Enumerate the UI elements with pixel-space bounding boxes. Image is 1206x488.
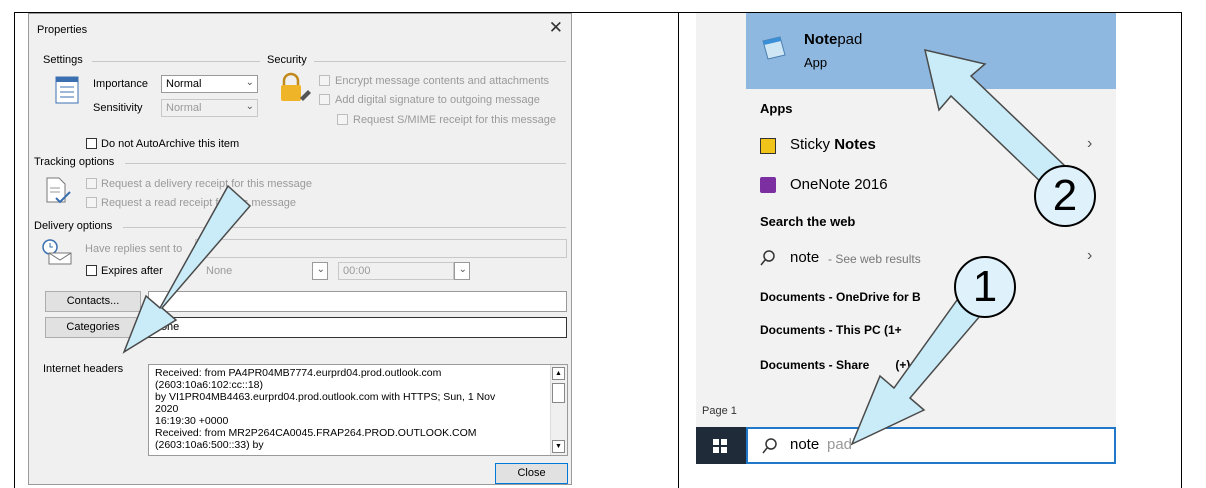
sticky-notes-bold: Notes: [834, 136, 876, 153]
callout-1: 1: [954, 256, 1016, 318]
chevron-down-icon: ⌄: [316, 264, 325, 275]
onenote-label: OneNote 2016: [790, 176, 888, 193]
expires-time-value: 00:00: [343, 265, 371, 277]
scroll-down-icon[interactable]: ▼: [552, 440, 565, 453]
notepad-title-rest: pad: [837, 31, 863, 48]
chevron-right-icon[interactable]: ›: [1087, 135, 1092, 153]
sticky-notes-label: Sticky Notes: [790, 136, 876, 153]
close-icon[interactable]: ✕: [549, 18, 563, 38]
settings-icon: [55, 76, 79, 104]
chevron-down-icon: ⌄: [458, 264, 467, 275]
delivery-heading: Delivery options: [34, 220, 113, 232]
apps-heading: Apps: [760, 101, 793, 116]
autoarchive-checkbox[interactable]: [86, 138, 97, 149]
importance-label: Importance: [93, 78, 149, 90]
signature-checkbox[interactable]: [319, 94, 330, 105]
expires-checkbox[interactable]: [86, 265, 97, 276]
notepad-icon: [762, 36, 786, 60]
header-line: Received: from PA4PR04MB7774.eurprd04.pr…: [155, 367, 442, 379]
table-left-border: [14, 12, 15, 488]
search-icon: [762, 438, 777, 454]
security-heading: Security: [267, 54, 307, 66]
dialog-title: Properties: [37, 24, 88, 36]
callout-2: 2: [1034, 165, 1096, 227]
header-line: (2603:10a6:500::33) by: [155, 439, 264, 451]
onenote-icon: [760, 177, 776, 193]
sticky-notes-prefix: Sticky: [790, 136, 835, 153]
security-divider: [314, 61, 566, 62]
header-line: Received: from MR2P264CA0045.FRAP264.PRO…: [155, 427, 477, 439]
settings-divider: [92, 61, 260, 62]
search-typed-text: note: [790, 436, 820, 453]
header-line: (2603:10a6:102:cc::18): [155, 379, 263, 391]
tracking-divider: [125, 163, 566, 164]
expires-date-dropdown[interactable]: ⌄: [312, 262, 328, 280]
internet-headers-textbox[interactable]: Received: from PA4PR04MB7774.eurprd04.pr…: [148, 364, 568, 456]
chevron-down-icon: ⌄: [245, 101, 254, 112]
document-background: [696, 13, 746, 464]
delivery-icon: [42, 239, 72, 265]
table-right-border: [1181, 12, 1182, 488]
close-button[interactable]: Close: [495, 463, 568, 484]
web-result-note[interactable]: note - See web results ›: [746, 245, 1116, 273]
web-heading: Search the web: [760, 214, 856, 229]
header-line: 16:19:30 +0000: [155, 415, 229, 427]
signature-label: Add digital signature to outgoing messag…: [335, 94, 540, 106]
scroll-up-icon[interactable]: ▲: [552, 367, 565, 380]
settings-heading: Settings: [43, 54, 83, 66]
header-line: 2020: [155, 403, 179, 415]
pointer-arrow-to-headers: [122, 184, 252, 354]
headers-scrollbar[interactable]: ▲ ▼: [550, 365, 567, 455]
scroll-thumb[interactable]: [552, 383, 565, 403]
page-label: Page 1: [702, 405, 737, 417]
notepad-type: App: [804, 55, 828, 70]
autoarchive-label: Do not AutoArchive this item: [101, 138, 240, 150]
delivery-receipt-checkbox[interactable]: [86, 178, 97, 189]
encrypt-label: Encrypt message contents and attachments: [335, 75, 550, 87]
internet-headers-label: Internet headers: [43, 363, 124, 375]
importance-select[interactable]: Normal ⌄: [161, 75, 258, 93]
sensitivity-label: Sensitivity: [93, 102, 143, 114]
table-middle-border: [678, 12, 679, 488]
chevron-down-icon: ⌄: [245, 77, 254, 88]
tracking-heading: Tracking options: [34, 156, 115, 168]
read-receipt-checkbox[interactable]: [86, 197, 97, 208]
expires-time-select[interactable]: 00:00: [338, 262, 454, 280]
expires-time-dropdown[interactable]: ⌄: [454, 262, 470, 280]
notepad-title-bold: Note: [804, 31, 838, 48]
sensitivity-select[interactable]: Normal ⌄: [161, 99, 258, 117]
smime-checkbox[interactable]: [337, 114, 348, 125]
search-icon: [760, 250, 775, 266]
web-hint: - See web results: [828, 252, 921, 266]
chevron-right-icon[interactable]: ›: [1087, 247, 1092, 265]
tracking-icon: [46, 177, 71, 204]
lock-icon: [281, 72, 311, 101]
smime-label: Request S/MIME receipt for this message: [353, 114, 556, 126]
sticky-notes-icon: [760, 138, 776, 154]
web-query: note: [790, 249, 820, 266]
encrypt-checkbox[interactable]: [319, 75, 330, 86]
windows-icon[interactable]: [713, 439, 727, 453]
importance-value: Normal: [166, 78, 202, 90]
notepad-title: Notepad: [804, 31, 862, 48]
sensitivity-value: Normal: [166, 102, 202, 114]
header-line: by VI1PR04MB4463.eurprd04.prod.outlook.c…: [155, 391, 496, 403]
